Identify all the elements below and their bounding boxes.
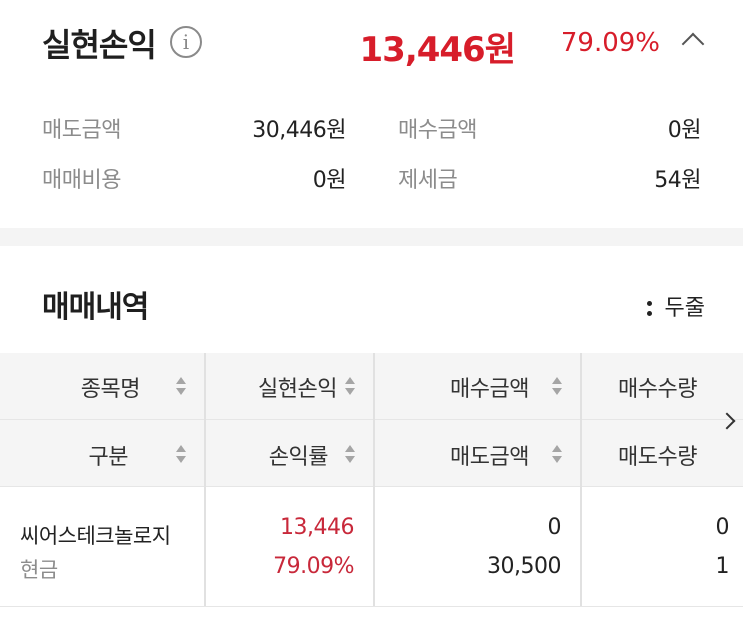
trade-type: 현금 (20, 558, 58, 582)
realized-profit-rate: 79.09% (560, 28, 660, 58)
info-icon[interactable]: i (170, 26, 202, 58)
header-buy-qty[interactable]: 매수수량 (618, 371, 697, 403)
row-profit-rate: 79.09% (273, 554, 354, 579)
section-divider (0, 228, 743, 246)
header-profit-rate[interactable]: 손익률 (269, 439, 329, 471)
header-sell-qty[interactable]: 매도수량 (618, 439, 697, 471)
chevron-up-icon[interactable] (681, 32, 705, 56)
trade-cost-value: 0원 (312, 168, 347, 193)
sort-icon[interactable] (345, 443, 355, 465)
header-realized-pnl[interactable]: 실현손익 (258, 371, 337, 403)
sort-icon[interactable] (345, 375, 355, 397)
header-row-divider (0, 419, 743, 420)
trade-history-table: 종목명 실현손익 매수금액 매수수량 구분 손익률 매도금액 매도수량 씨어스테… (0, 353, 743, 608)
header-type[interactable]: 구분 (89, 439, 129, 471)
sort-icon[interactable] (176, 443, 186, 465)
row-buy-qty: 0 (715, 515, 730, 540)
column-divider (204, 353, 206, 606)
column-divider (373, 353, 375, 606)
table-bottom-divider (0, 606, 743, 607)
realized-pnl-summary: 실현손익 i 13,446원 79.09% 매도금액 30,446원 매수금액 … (0, 0, 743, 228)
row-realized-pnl: 13,446 (280, 515, 354, 540)
sort-icon[interactable] (552, 375, 562, 397)
buy-amount-value: 0원 (667, 118, 702, 143)
tax-value: 54원 (654, 168, 701, 193)
tax-label: 제세금 (398, 168, 458, 193)
two-dots-icon (646, 299, 653, 317)
header-sell-amount[interactable]: 매도금액 (450, 439, 529, 471)
buy-amount-label: 매수금액 (398, 118, 477, 143)
sell-amount-value: 30,446원 (252, 118, 346, 143)
trade-cost-label: 매매비용 (42, 168, 121, 193)
sort-icon[interactable] (176, 375, 186, 397)
row-sell-qty: 1 (715, 554, 730, 579)
header-buy-amount[interactable]: 매수금액 (450, 371, 529, 403)
two-line-toggle-label: 두줄 (664, 296, 705, 321)
summary-title: 실현손익 (42, 26, 157, 64)
two-line-toggle[interactable]: 두줄 (646, 290, 705, 322)
row-sell-amount: 30,500 (487, 554, 561, 579)
header-stock-name[interactable]: 종목명 (81, 371, 141, 403)
realized-profit-amount: 13,446원 (359, 30, 516, 70)
column-divider (580, 353, 582, 606)
sell-amount-label: 매도금액 (42, 118, 121, 143)
trade-history-title: 매매내역 (42, 290, 149, 325)
sort-icon[interactable] (552, 443, 562, 465)
row-buy-amount: 0 (547, 515, 562, 540)
stock-name[interactable]: 씨어스테크놀로지 (20, 520, 171, 550)
header-bottom-divider (0, 486, 743, 487)
